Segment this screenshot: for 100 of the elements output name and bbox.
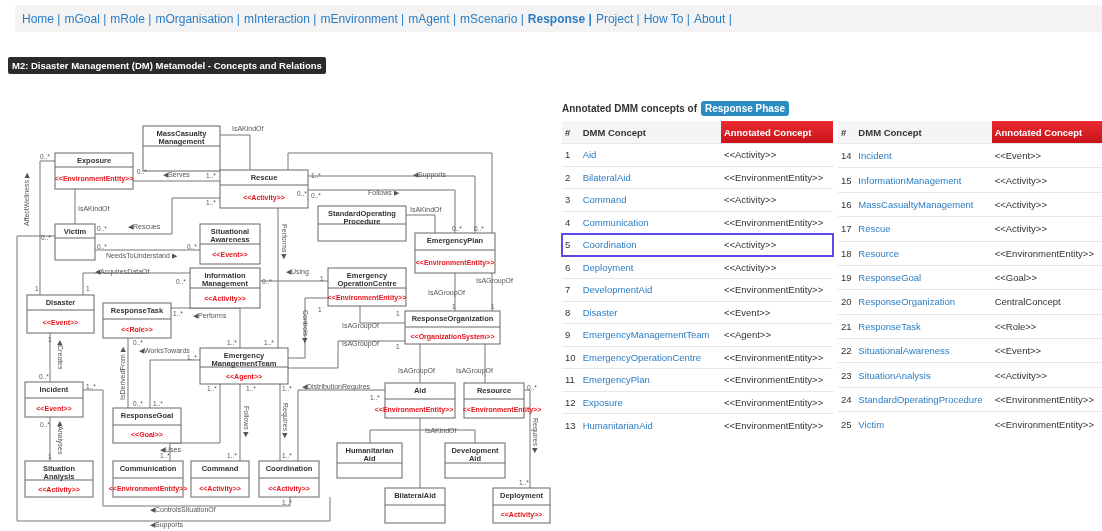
connector-line xyxy=(74,188,76,225)
table-cell: <<EnvironmentEntity>> xyxy=(723,374,824,386)
row-number: 21 xyxy=(841,320,852,332)
concept-link[interactable]: ResponseTask xyxy=(858,320,921,332)
concept-link[interactable]: InformationManagement xyxy=(858,174,962,186)
row-number: 5 xyxy=(565,239,571,251)
nav-link[interactable]: mInteraction | xyxy=(243,11,317,26)
table-cell: <<EnvironmentEntity>> xyxy=(994,393,1094,405)
concept-link[interactable]: SituationalAwareness xyxy=(858,345,950,357)
class-box xyxy=(199,223,261,265)
concept-link[interactable]: EmergencyManagementTeam xyxy=(582,329,710,341)
concept-link[interactable]: EmergencyPlan xyxy=(582,374,650,386)
concept-link[interactable]: EmergencyOperationCentre xyxy=(582,351,701,363)
class-box xyxy=(258,460,320,498)
nav-link[interactable]: Project | xyxy=(595,11,640,26)
class-box xyxy=(384,487,446,524)
table-cell: <<Event>> xyxy=(723,306,771,318)
table-cell: <<EnvironmentEntity>> xyxy=(723,396,824,408)
connector-line xyxy=(419,343,421,384)
concept-link[interactable]: DevelopmentAid xyxy=(582,284,653,296)
concept-link[interactable]: Exposure xyxy=(582,396,623,408)
table-cell: <<EnvironmentEntity>> xyxy=(723,284,824,296)
concept-link[interactable]: Incident xyxy=(858,150,892,162)
nav-link[interactable]: Home | xyxy=(22,11,61,26)
column-header: DMM Concept xyxy=(855,121,992,144)
table-cell: <<Activity>> xyxy=(723,239,777,251)
class-box xyxy=(24,460,94,498)
row-number: 8 xyxy=(565,306,571,318)
row-number: 25 xyxy=(841,418,852,430)
nav-link[interactable]: mScenario | xyxy=(460,11,524,26)
class-box xyxy=(190,460,250,498)
row-number: 13 xyxy=(565,419,576,431)
nav-link[interactable]: mOrganisation | xyxy=(155,11,240,26)
table-cell: <<Activity>> xyxy=(994,369,1047,381)
row-number: 19 xyxy=(841,272,852,284)
concept-link[interactable]: HumanitarianAid xyxy=(582,419,653,431)
concept-link[interactable]: Communication xyxy=(582,216,649,228)
class-box xyxy=(102,302,172,339)
row-number: 16 xyxy=(841,198,852,210)
table-cell: <<EnvironmentEntity>> xyxy=(723,171,824,183)
table-cell: <<EnvironmentEntity>> xyxy=(723,216,824,228)
row-number: 1 xyxy=(565,149,571,161)
column-header: # xyxy=(838,121,856,144)
table-cell: <<Activity>> xyxy=(994,223,1047,235)
section-title: M2: Disaster Management (DM) Metamodel - Concepts and Relations xyxy=(8,57,326,74)
row-number: 12 xyxy=(565,396,576,408)
nav-link[interactable]: mAgent | xyxy=(408,11,456,26)
concept-link[interactable]: Rescue xyxy=(858,223,891,235)
nav-link[interactable]: mGoal | xyxy=(64,11,107,26)
class-box xyxy=(54,223,96,261)
concept-link[interactable]: Coordination xyxy=(582,239,637,251)
table-cell: <<Event>> xyxy=(994,345,1042,357)
column-header: # xyxy=(562,121,580,144)
table-cell: <<Activity>> xyxy=(994,174,1047,186)
table-cell: <<Event>> xyxy=(994,150,1042,162)
class-box xyxy=(444,442,506,479)
table-cell: <<Activity>> xyxy=(994,198,1047,210)
concept-link[interactable]: ResponseOrganization xyxy=(858,296,955,308)
row-number: 18 xyxy=(841,247,852,259)
class-box xyxy=(336,442,403,479)
concept-link[interactable]: Aid xyxy=(582,149,597,161)
row-number: 3 xyxy=(565,194,571,206)
concept-link[interactable]: MassCasualtyManagement xyxy=(858,198,974,210)
row-number: 14 xyxy=(841,150,852,162)
concept-link[interactable]: SituationAnalysis xyxy=(858,369,931,381)
concept-link[interactable]: ResponseGoal xyxy=(858,272,922,284)
table-cell: <<Goal>> xyxy=(994,272,1037,284)
concept-link[interactable]: BilateralAid xyxy=(582,171,631,183)
class-box xyxy=(189,267,261,309)
class-box xyxy=(112,407,182,444)
row-number: 2 xyxy=(565,171,571,183)
concept-link[interactable]: Disaster xyxy=(582,306,618,318)
connector-line xyxy=(484,343,486,384)
table-heading: Annotated DMM concepts of xyxy=(562,103,697,114)
class-box xyxy=(26,294,95,334)
nav-link[interactable]: mRole | xyxy=(110,11,152,26)
table-cell: <<EnvironmentEntity>> xyxy=(723,419,824,431)
row-number: 23 xyxy=(841,369,852,381)
row-number: 4 xyxy=(565,216,571,228)
row-number: 10 xyxy=(565,351,576,363)
nav-link[interactable]: How To | xyxy=(643,11,690,26)
row-number: 20 xyxy=(841,296,852,308)
table-cell: <<Agent>> xyxy=(723,329,771,341)
row-number: 6 xyxy=(565,261,571,273)
concept-link[interactable]: Resource xyxy=(858,247,900,259)
table-cell: <<Activity>> xyxy=(723,261,777,273)
nav-link[interactable]: Response | xyxy=(527,11,592,26)
table-cell: <<Role>> xyxy=(994,320,1037,332)
column-header: Annotated Concept xyxy=(720,121,833,144)
row-number: 22 xyxy=(841,345,852,357)
class-box xyxy=(24,381,84,418)
concept-link[interactable]: Victim xyxy=(858,418,885,430)
nav-link[interactable]: mEnvironment | xyxy=(320,11,405,26)
class-box xyxy=(492,487,551,524)
table-cell: CentralConcept xyxy=(994,296,1061,308)
nav-link[interactable]: About | xyxy=(693,11,732,26)
table-cell: <<Activity>> xyxy=(723,194,777,206)
concept-link[interactable]: Deployment xyxy=(582,261,634,273)
concept-link[interactable]: Command xyxy=(582,194,627,206)
concept-link[interactable]: StandardOperatingProcedure xyxy=(858,393,983,405)
